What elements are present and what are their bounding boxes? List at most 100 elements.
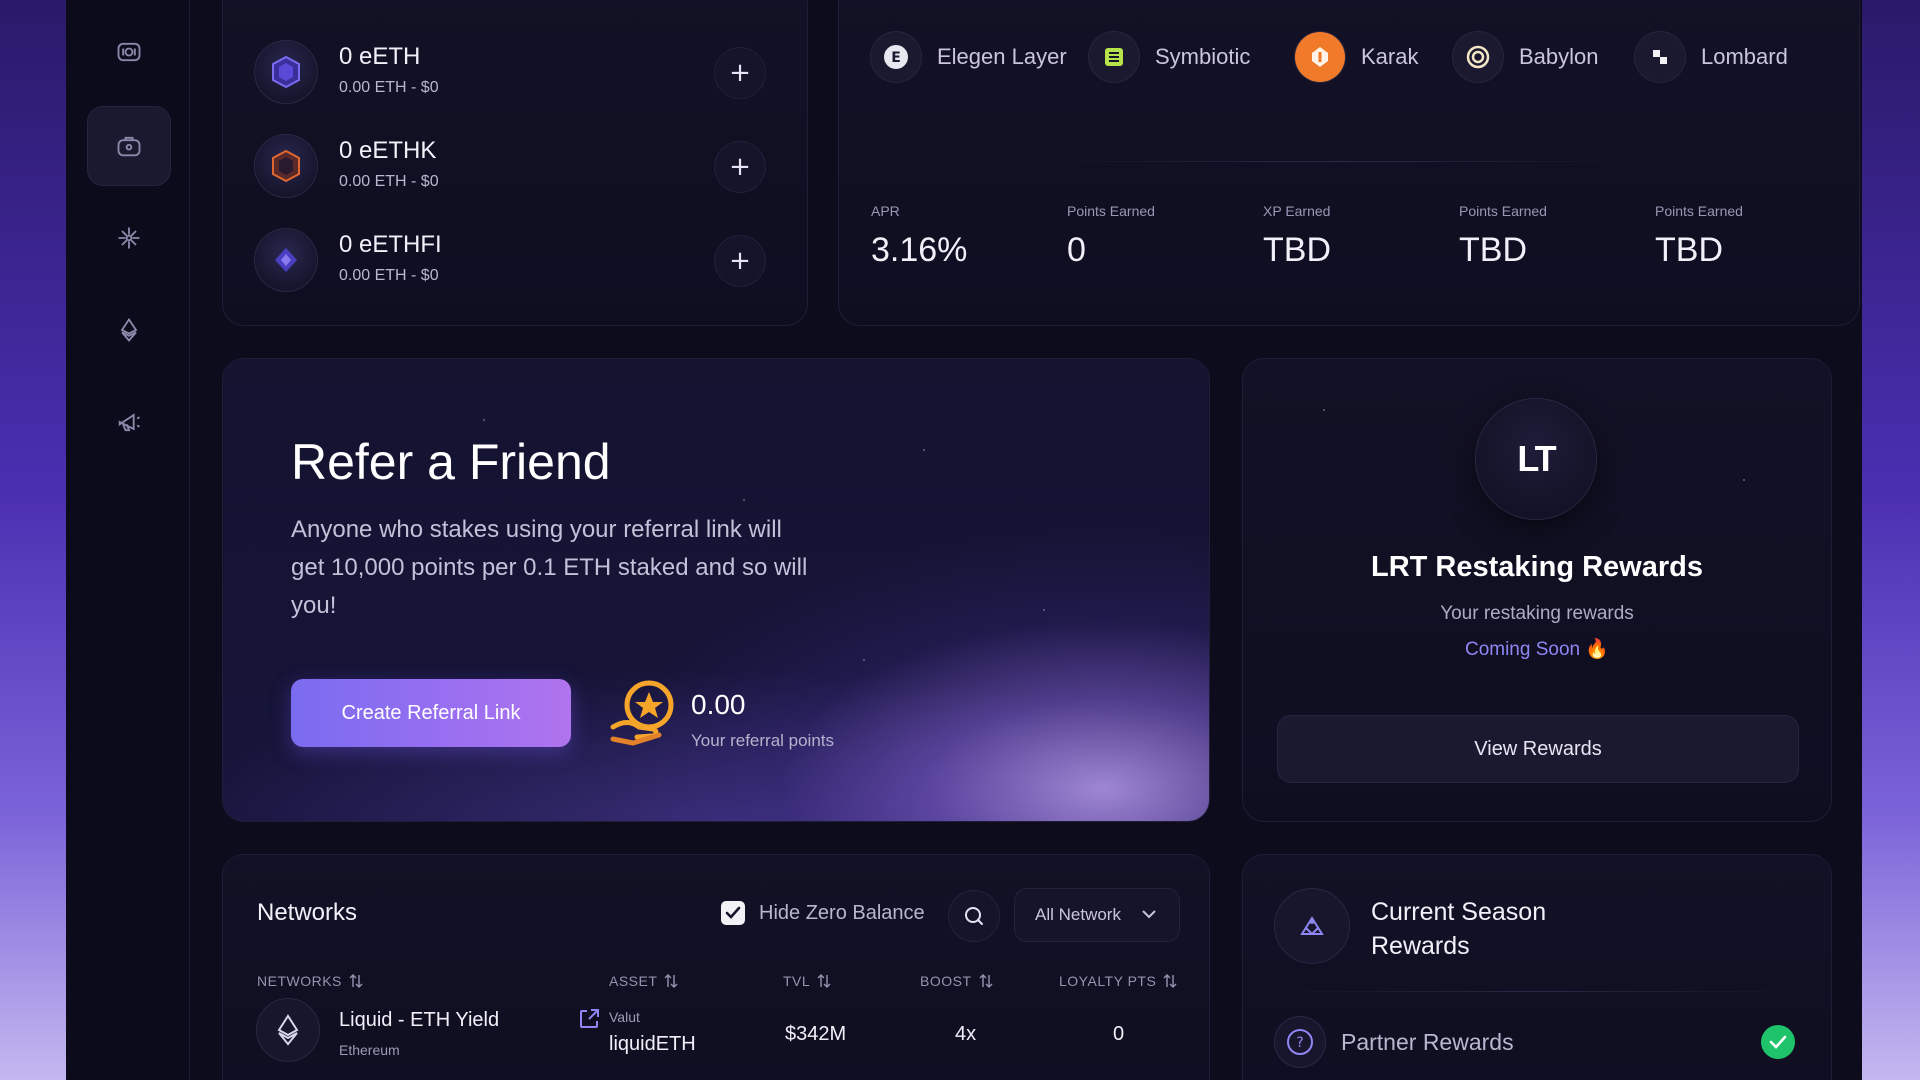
partner-label: Babylon	[1519, 44, 1599, 69]
search-button[interactable]	[949, 891, 999, 941]
network-filter-select[interactable]: All Network	[1015, 889, 1179, 941]
partner-lombard[interactable]: Lombard	[1635, 31, 1788, 83]
decorative-star	[923, 449, 925, 451]
partner-rewards-label: Partner Rewards	[1341, 1028, 1514, 1055]
check-circle-icon	[1761, 1025, 1795, 1059]
referral-points: 0.00 Your referral points	[691, 689, 834, 751]
decorative-star	[743, 499, 745, 501]
refer-a-friend-card: Refer a Friend Anyone who stakes using y…	[222, 358, 1210, 822]
eeth-icon	[255, 41, 317, 103]
sidebar	[66, 0, 190, 1080]
column-header-boost[interactable]: BOOST	[920, 973, 994, 989]
network-chain: Ethereum	[339, 1042, 400, 1058]
token-name: 0 eETHFI	[339, 231, 442, 258]
stat-value: TBD	[1655, 231, 1723, 269]
divider	[1039, 161, 1639, 162]
current-season-rewards-card: Current Season Rewards ? Partner Rewards	[1242, 854, 1832, 1080]
sidebar-item-announcements[interactable]	[87, 382, 171, 462]
column-header-tvl[interactable]: TVL	[783, 973, 832, 989]
stat-points-earned: Points Earned TBD	[1459, 203, 1547, 270]
chevron-down-icon	[1142, 910, 1156, 919]
partner-label: Lombard	[1701, 44, 1788, 69]
network-icon	[118, 227, 140, 249]
restaking-partners-card: E Elegen Layer Symbiotic Karak Babylon L…	[838, 0, 1860, 326]
lrt-logo: LT	[1476, 399, 1596, 519]
stat-points-earned: Points Earned TBD	[1655, 203, 1743, 270]
stat-value: TBD	[1263, 231, 1331, 269]
lombard-icon	[1635, 32, 1685, 82]
stat-label: Points Earned	[1459, 203, 1547, 219]
decorative-star	[483, 419, 485, 421]
stat-value: TBD	[1459, 231, 1527, 269]
hide-zero-balance-checkbox[interactable]	[721, 901, 745, 925]
sort-icon	[349, 974, 363, 988]
referral-points-value: 0.00	[691, 689, 746, 720]
hide-zero-balance-label: Hide Zero Balance	[759, 901, 925, 924]
referral-points-label: Your referral points	[691, 731, 835, 750]
partner-label: Karak	[1361, 44, 1419, 69]
stat-label: Points Earned	[1067, 203, 1155, 219]
symbiotic-icon	[1089, 32, 1139, 82]
external-link-icon[interactable]	[577, 1007, 601, 1031]
svg-text:E: E	[891, 50, 901, 66]
lrt-subtitle: Your restaking rewards	[1440, 603, 1634, 624]
partner-karak[interactable]: Karak	[1295, 31, 1418, 83]
stat-points-earned: Points Earned 0	[1067, 203, 1155, 270]
asset-label: Valut	[609, 1009, 640, 1025]
column-header-loyalty-pts[interactable]: LOYALTY PTS	[1059, 973, 1178, 989]
token-balance: 0.00 ETH - $0	[339, 267, 439, 284]
add-token-button[interactable]: +	[715, 236, 765, 286]
elegen-layer-icon: E	[871, 32, 921, 82]
view-rewards-button[interactable]: View Rewards	[1277, 715, 1799, 783]
partner-elegen-layer[interactable]: E Elegen Layer	[871, 31, 1067, 83]
megaphone-icon	[118, 413, 140, 432]
decorative-star	[1043, 609, 1045, 611]
babylon-icon	[1453, 32, 1503, 82]
partner-symbiotic[interactable]: Symbiotic	[1089, 31, 1250, 83]
referral-points-icon	[609, 675, 679, 752]
column-label: NETWORKS	[257, 973, 342, 989]
season-rewards-icon	[1275, 889, 1349, 963]
sidebar-item-wallet[interactable]	[87, 12, 171, 92]
help-icon: ?	[1275, 1017, 1325, 1067]
decorative-star	[1323, 409, 1325, 411]
sidebar-item-ethereum[interactable]	[87, 290, 171, 370]
add-token-button[interactable]: +	[715, 142, 765, 192]
stat-label: Points Earned	[1655, 203, 1743, 219]
token-row: 0 eETHK 0.00 ETH - $0 +	[255, 127, 765, 207]
token-row: 0 eETHFI 0.00 ETH - $0 +	[255, 221, 765, 301]
hide-zero-balance-toggle[interactable]: Hide Zero Balance	[721, 901, 925, 925]
sort-icon	[979, 974, 993, 988]
partner-rewards-item[interactable]: ? Partner Rewards	[1275, 1017, 1514, 1067]
decorative-star	[863, 659, 865, 661]
stat-apr: APR 3.16%	[871, 203, 967, 270]
network-filter-value: All Network	[1035, 905, 1121, 924]
create-referral-link-button[interactable]: Create Referral Link	[291, 679, 571, 747]
add-token-button[interactable]: +	[715, 48, 765, 98]
sidebar-item-network[interactable]	[87, 198, 171, 278]
lrt-rewards-card: LT LRT Restaking Rewards Your restaking …	[1242, 358, 1832, 822]
asset-name: liquidETH	[609, 1033, 696, 1055]
sort-icon	[664, 974, 678, 988]
tvl-value: $342M	[785, 1023, 847, 1045]
sidebar-item-portfolio[interactable]	[87, 106, 171, 186]
sort-icon	[1163, 974, 1177, 988]
referral-description: Anyone who stakes using your referral li…	[291, 516, 808, 619]
stat-xp-earned: XP Earned TBD	[1263, 203, 1331, 270]
eethk-icon	[255, 135, 317, 197]
column-header-networks[interactable]: NETWORKS	[257, 973, 364, 989]
ethereum-icon	[120, 317, 138, 342]
stat-value: 0	[1067, 231, 1086, 269]
stat-label: XP Earned	[1263, 203, 1331, 219]
token-name: 0 eETHK	[339, 137, 437, 164]
stat-label: APR	[871, 203, 900, 219]
boost-value: 4x	[955, 1023, 977, 1045]
eethfi-icon	[255, 229, 317, 291]
check-icon	[725, 906, 741, 919]
networks-title: Networks	[257, 899, 358, 926]
column-header-asset[interactable]: ASSET	[609, 973, 679, 989]
token-name: 0 eETH	[339, 43, 421, 70]
karak-icon	[1295, 32, 1345, 82]
token-balance: 0.00 ETH - $0	[339, 79, 439, 96]
partner-babylon[interactable]: Babylon	[1453, 31, 1599, 83]
